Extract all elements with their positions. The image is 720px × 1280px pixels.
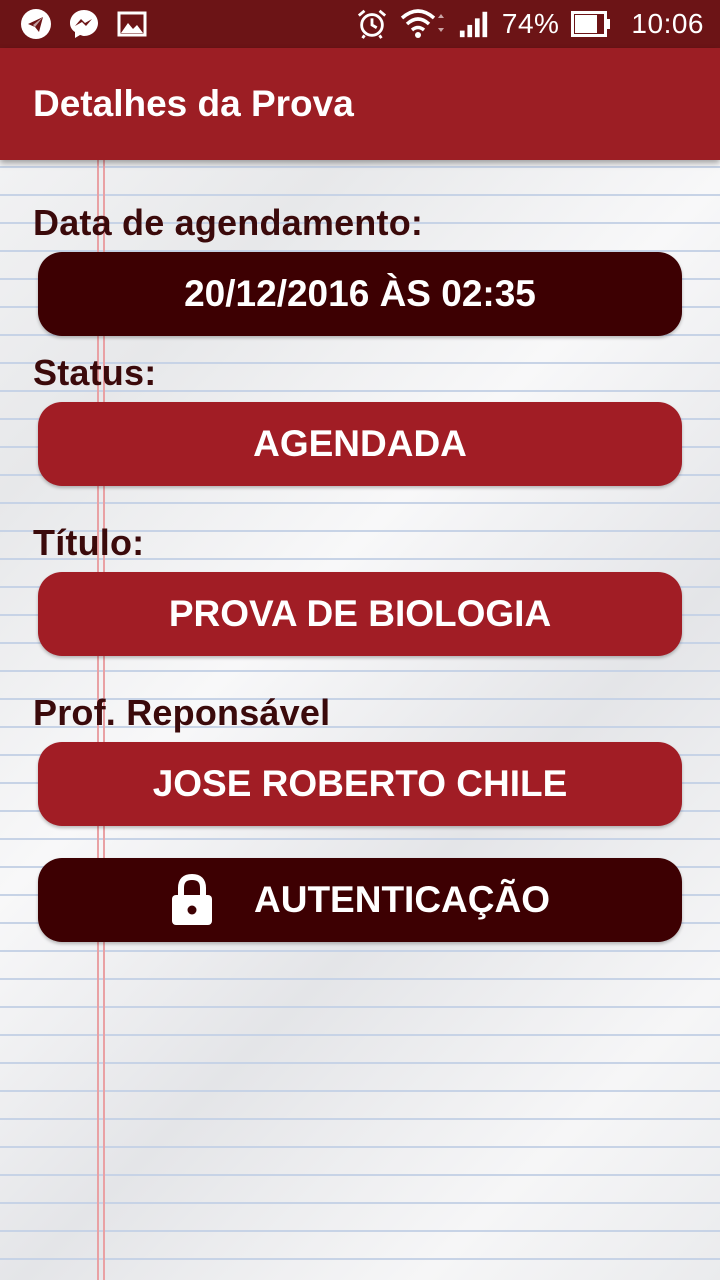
teacher-value: JOSE ROBERTO CHILE [152,763,568,804]
date-label: Data de agendamento: [33,202,424,243]
wifi-icon [400,8,446,40]
page-title: Detalhes da Prova [33,83,354,124]
status-value: AGENDADA [253,423,467,464]
status-label: Status: [33,352,157,393]
title-label: Título: [33,522,145,563]
gallery-icon [116,8,148,40]
date-value-pill: 20/12/2016 ÀS 02:35 [38,252,682,336]
telegram-icon [20,8,52,40]
status-notifications [20,8,148,40]
status-system: 74% 10:06 [356,8,704,40]
title-value: PROVA DE BIOLOGIA [168,593,552,634]
battery-percent: 74% [501,8,560,39]
clock: 10:06 [631,8,704,39]
date-value: 20/12/2016 ÀS 02:35 [184,273,536,314]
teacher-value-pill: JOSE ROBERTO CHILE [38,742,682,826]
alarm-icon [356,8,388,40]
teacher-label: Prof. Reponsável [33,692,331,733]
authenticate-button[interactable]: AUTENTICAÇÃO [38,858,682,942]
battery-icon [571,8,611,40]
app-bar: Detalhes da Prova [0,48,720,160]
signal-icon [458,8,490,40]
title-value-pill: PROVA DE BIOLOGIA [38,572,682,656]
lock-icon [170,874,214,926]
status-value-pill: AGENDADA [38,402,682,486]
messenger-icon [68,8,100,40]
status-bar: 74% 10:06 [0,0,720,48]
authenticate-label: AUTENTICAÇÃO [254,879,550,920]
